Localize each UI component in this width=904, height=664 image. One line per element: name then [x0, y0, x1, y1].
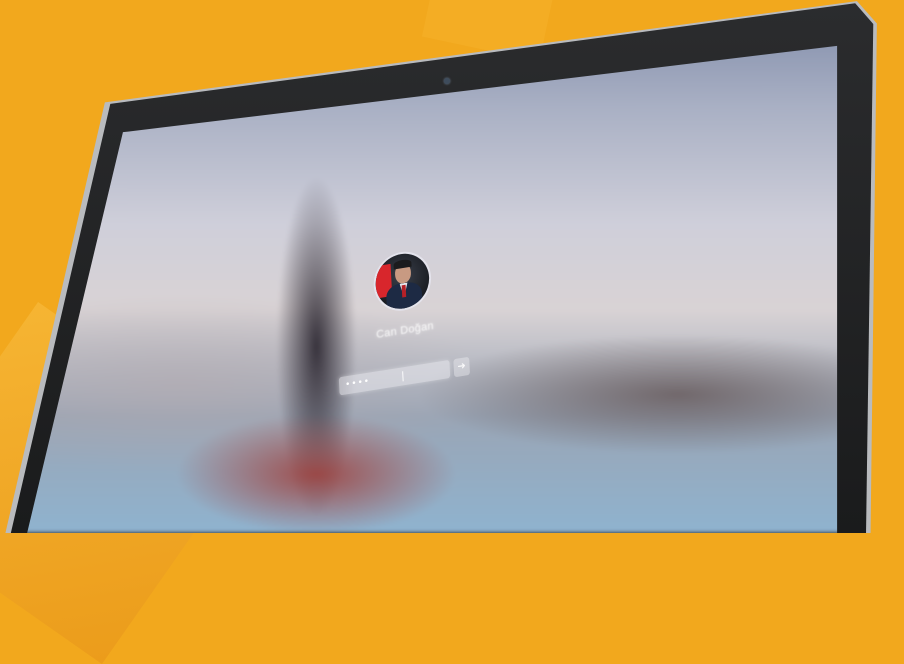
avatar-tie — [401, 284, 407, 298]
laptop: Can Doğan •••• ➜ — [0, 0, 904, 533]
password-mask: •••• — [344, 376, 371, 391]
password-input[interactable]: •••• — [338, 359, 451, 396]
camera-icon — [444, 78, 450, 84]
user-avatar[interactable] — [374, 249, 431, 313]
login-panel: Can Doğan •••• ➜ — [317, 238, 474, 422]
text-caret — [402, 371, 404, 382]
username-label: Can Doğan — [375, 319, 435, 342]
arrow-right-icon[interactable]: ➜ — [453, 356, 471, 378]
